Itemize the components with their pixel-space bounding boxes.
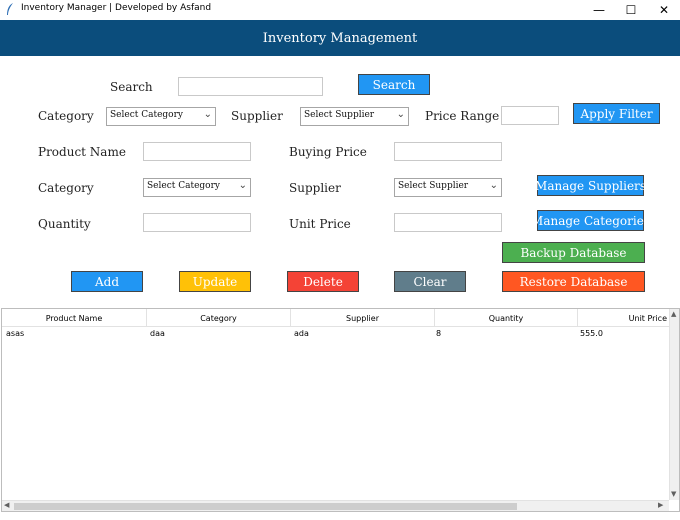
- apply-filter-button[interactable]: Apply Filter: [573, 103, 660, 124]
- column-header[interactable]: Product Name: [2, 309, 147, 327]
- scroll-left-icon[interactable]: ◀: [4, 501, 9, 509]
- product-name-input[interactable]: [143, 142, 251, 161]
- product-name-label: Product Name: [38, 145, 126, 159]
- column-header[interactable]: Supplier: [291, 309, 435, 327]
- chevron-down-icon: ⌄: [396, 109, 405, 120]
- manage-categories-button[interactable]: Manage Categories: [531, 210, 650, 231]
- column-header[interactable]: Quantity: [435, 309, 578, 327]
- unit-price-label: Unit Price: [289, 217, 351, 231]
- category-value: Select Category: [147, 181, 220, 191]
- chevron-down-icon: ⌄: [489, 180, 498, 191]
- quantity-label: Quantity: [38, 217, 91, 231]
- table-cell: 8: [436, 329, 442, 338]
- clear-button[interactable]: Clear: [394, 271, 466, 292]
- supplier-label: Supplier: [289, 181, 341, 195]
- minimize-button[interactable]: —: [583, 0, 615, 19]
- close-button[interactable]: ✕: [648, 0, 680, 19]
- window-titlebar: Inventory Manager | Developed by Asfand …: [0, 0, 680, 19]
- add-button[interactable]: Add: [71, 271, 143, 292]
- products-table[interactable]: Product Name Category Supplier Quantity …: [1, 308, 680, 512]
- category-label: Category: [38, 181, 94, 195]
- category-select[interactable]: Select Category ⌄: [143, 178, 251, 197]
- supplier-value: Select Supplier: [398, 181, 469, 191]
- header-banner: Inventory Management: [0, 20, 680, 56]
- column-header[interactable]: Unit Price: [578, 309, 669, 327]
- table-cell: 555.0: [580, 329, 603, 338]
- search-label: Search: [110, 80, 153, 94]
- filter-category-label: Category: [38, 109, 94, 123]
- vertical-scrollbar[interactable]: ▲ ▼: [669, 309, 679, 500]
- maximize-button[interactable]: ☐: [615, 0, 647, 19]
- update-button[interactable]: Update: [179, 271, 251, 292]
- table-cell: ada: [294, 329, 309, 338]
- price-range-label: Price Range: [425, 109, 500, 123]
- manage-suppliers-button[interactable]: Manage Suppliers: [535, 175, 646, 196]
- chevron-down-icon: ⌄: [203, 109, 212, 120]
- restore-database-button[interactable]: Restore Database: [502, 271, 645, 292]
- feather-icon: [7, 3, 13, 15]
- horizontal-scrollbar[interactable]: ◀ ▶: [2, 500, 669, 511]
- scroll-down-icon[interactable]: ▼: [671, 490, 676, 498]
- window-title: Inventory Manager | Developed by Asfand: [21, 3, 212, 13]
- filter-category-value: Select Category: [110, 110, 183, 120]
- buying-price-input[interactable]: [394, 142, 502, 161]
- scroll-up-icon[interactable]: ▲: [671, 310, 676, 318]
- delete-button[interactable]: Delete: [287, 271, 359, 292]
- table-cell: daa: [150, 329, 165, 338]
- search-input[interactable]: [178, 77, 323, 96]
- horizontal-scroll-thumb[interactable]: [14, 503, 517, 510]
- chevron-down-icon: ⌄: [238, 180, 247, 191]
- page-title: Inventory Management: [262, 30, 418, 46]
- backup-database-button[interactable]: Backup Database: [502, 242, 645, 263]
- filter-supplier-value: Select Supplier: [304, 110, 375, 120]
- column-header[interactable]: Category: [147, 309, 291, 327]
- unit-price-input[interactable]: [394, 213, 502, 232]
- filter-category-select[interactable]: Select Category ⌄: [106, 107, 216, 126]
- table-cell: asas: [6, 329, 25, 338]
- filter-supplier-label: Supplier: [231, 109, 283, 123]
- supplier-select[interactable]: Select Supplier ⌄: [394, 178, 502, 197]
- buying-price-label: Buying Price: [289, 145, 367, 159]
- search-button[interactable]: Search: [358, 74, 430, 95]
- scroll-right-icon[interactable]: ▶: [658, 501, 663, 509]
- quantity-input[interactable]: [143, 213, 251, 232]
- filter-supplier-select[interactable]: Select Supplier ⌄: [300, 107, 409, 126]
- price-range-input[interactable]: [501, 106, 559, 125]
- table-header: Product Name Category Supplier Quantity …: [2, 309, 669, 327]
